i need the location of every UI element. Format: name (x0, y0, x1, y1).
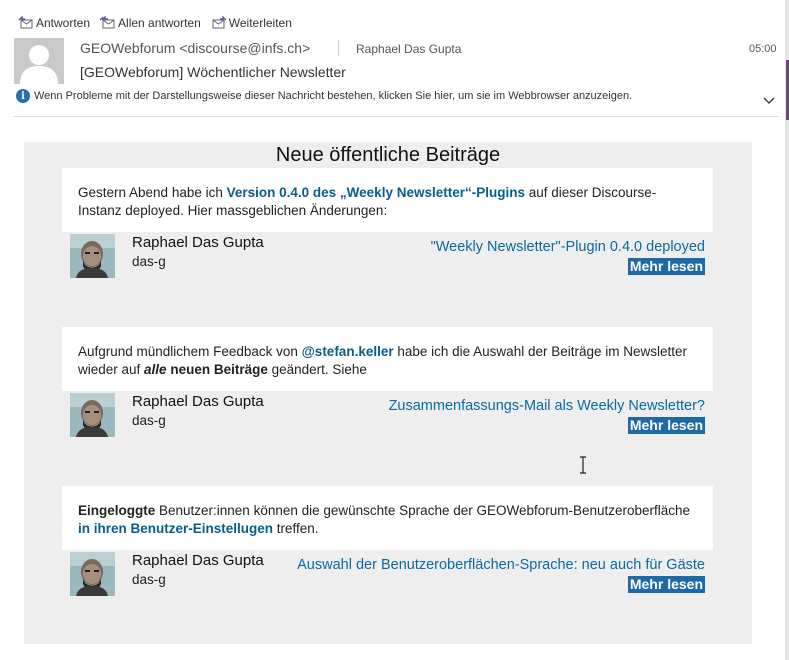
reply-all-button[interactable]: Allen antworten (100, 12, 201, 34)
emphasis-text: alle (144, 362, 167, 377)
author-handle: das-g (132, 413, 166, 428)
chevron-down-icon[interactable] (762, 94, 776, 108)
author-avatar[interactable] (70, 234, 115, 278)
mention-link[interactable]: @stefan.keller (302, 344, 394, 359)
forward-icon (212, 15, 227, 29)
post-author-row: Raphael Das Gupta das-g "Weekly Newslett… (70, 234, 705, 280)
excerpt-text: Aufgrund mündlichem Feedback von (78, 344, 302, 359)
post-excerpt: Eingeloggte Benutzer:innen können die ge… (62, 486, 713, 550)
info-icon: i (16, 89, 30, 103)
version-link[interactable]: Version 0.4.0 des „Weekly Newsletter“-Pl… (227, 185, 525, 200)
excerpt-text: treffen. (273, 521, 319, 536)
reply-label: Antworten (36, 16, 91, 30)
author-name: Raphael Das Gupta (132, 552, 264, 569)
author-avatar[interactable] (70, 393, 115, 437)
read-more-button[interactable]: Mehr lesen (627, 417, 705, 434)
author-name: Raphael Das Gupta (132, 393, 264, 410)
post-title-link[interactable]: Auswahl der Benutzeroberflächen-Sprache:… (297, 557, 705, 573)
settings-link[interactable]: in ihren Benutzer-Einstellugen (78, 521, 273, 536)
read-more-button[interactable]: Mehr lesen (627, 576, 705, 593)
header-divider (14, 116, 778, 117)
newsletter-title: Neue öffentliche Beiträge (275, 144, 501, 166)
reply-icon (18, 15, 33, 29)
sender-avatar[interactable] (14, 38, 64, 84)
reply-all-label: Allen antworten (118, 16, 201, 30)
sender-address[interactable]: GEOWebforum <discourse@infs.ch> (80, 40, 310, 56)
excerpt-text: Benutzer:innen können die gewünschte Spr… (155, 503, 691, 518)
strong-text: Eingeloggte (78, 503, 156, 518)
recipient-name[interactable]: Raphael Das Gupta (356, 42, 461, 56)
message-toolbar: Antworten Allen antworten Weiterleiten (18, 12, 292, 34)
reply-all-icon (100, 15, 115, 29)
excerpt-text: geändert. Siehe (267, 362, 367, 377)
read-more-button[interactable]: Mehr lesen (627, 258, 705, 275)
info-text: Wenn Probleme mit der Darstellungsweise … (34, 90, 633, 102)
message-subject: [GEOWebforum] Wöchentlicher Newsletter (80, 64, 346, 80)
header-separator (338, 40, 339, 56)
default-avatar-icon (14, 38, 64, 84)
strong-text: neuen Beiträge (166, 362, 268, 377)
post-author-row: Raphael Das Gupta das-g Zusammenfassungs… (70, 393, 705, 439)
author-handle: das-g (132, 572, 166, 587)
received-time: 05:00 (749, 43, 777, 55)
forward-button[interactable]: Weiterleiten (211, 12, 292, 34)
info-bar[interactable]: i Wenn Probleme mit der Darstellungsweis… (16, 89, 632, 103)
post-title-link[interactable]: Zusammenfassungs-Mail als Weekly Newslet… (389, 398, 705, 414)
newsletter-panel: Neue öffentliche Beiträge Gestern Abend … (24, 142, 752, 644)
author-handle: das-g (132, 254, 166, 269)
reply-button[interactable]: Antworten (18, 12, 90, 34)
post-author-row: Raphael Das Gupta das-g Auswahl der Benu… (70, 552, 705, 598)
author-avatar[interactable] (70, 552, 115, 596)
excerpt-text: Gestern Abend habe ich (78, 185, 227, 200)
post-excerpt: Aufgrund mündlichem Feedback von @stefan… (62, 327, 713, 391)
author-name: Raphael Das Gupta (132, 234, 264, 251)
forward-label: Weiterleiten (228, 16, 292, 30)
text-cursor-icon (580, 456, 586, 474)
post-excerpt: Gestern Abend habe ich Version 0.4.0 des… (62, 168, 713, 232)
post-title-link[interactable]: "Weekly Newsletter"-Plugin 0.4.0 deploye… (431, 239, 705, 255)
